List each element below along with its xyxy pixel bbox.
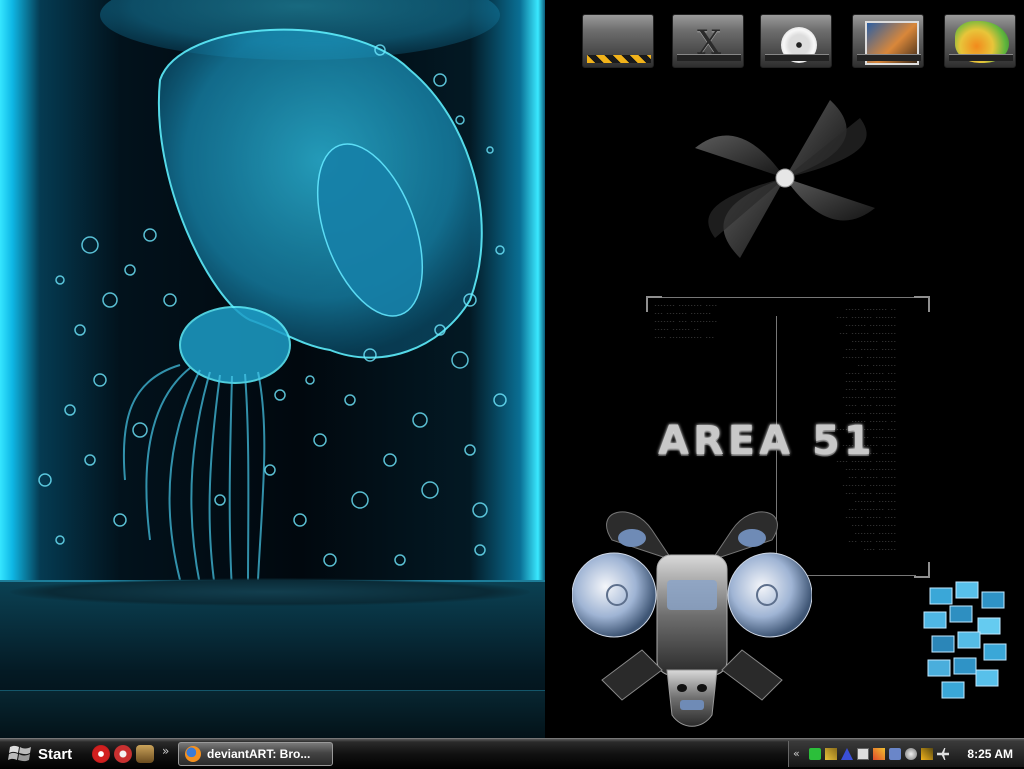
drive-body — [944, 14, 1016, 68]
tube-stand — [0, 690, 545, 738]
arrow-tray-icon[interactable] — [841, 748, 853, 760]
display-tray-icon[interactable] — [889, 748, 901, 760]
opera-quicklaunch-icon[interactable] — [92, 745, 110, 763]
propeller-widget[interactable] — [690, 98, 880, 260]
drive-slot — [949, 54, 1013, 61]
start-label: Start — [38, 745, 73, 763]
wallpaper-tube — [0, 0, 545, 738]
window-tray-icon[interactable] — [857, 748, 869, 760]
hud-line — [662, 297, 914, 298]
hud-code-text: ------- -------- ---- --- ------- ------… — [654, 303, 718, 341]
clock[interactable]: 8:25 AM — [967, 747, 1013, 761]
media-quicklaunch-icon[interactable] — [114, 745, 132, 763]
taskbar-item-label: deviantART: Bro... — [207, 747, 311, 761]
desktop[interactable]: X ------- -------- ---- --- ------- ----… — [0, 0, 1024, 738]
jellyfish-illustration — [38, 0, 507, 591]
pictures-drive-icon[interactable] — [850, 12, 926, 76]
system-tray: « 8:25 AM — [788, 741, 1024, 767]
folder-quicklaunch-icon[interactable] — [136, 745, 154, 763]
drive-slot — [677, 54, 741, 61]
robot-illustration — [572, 511, 812, 727]
drive-body — [760, 14, 832, 68]
x-drive-icon[interactable]: X — [670, 12, 746, 76]
drive-body — [582, 14, 654, 68]
taskbar-item-firefox[interactable]: deviantART: Bro... — [178, 742, 333, 766]
tube-base-ring — [10, 578, 530, 606]
network-tray-icon[interactable] — [809, 748, 821, 760]
airplane-tray-icon[interactable] — [937, 748, 949, 760]
hazard-drive-icon[interactable] — [580, 12, 656, 76]
quicklaunch-chevron-icon[interactable]: » — [162, 744, 169, 758]
drive-slot — [765, 54, 829, 61]
area51-logo-text: AREA 51 — [658, 418, 876, 464]
hud-corner — [914, 296, 930, 312]
tray-chevron-icon[interactable]: « — [793, 747, 800, 760]
firefox-icon — [185, 746, 201, 762]
fish-drive-icon[interactable] — [942, 12, 1018, 76]
drive-slot — [857, 54, 921, 61]
hazard-stripe — [587, 55, 651, 63]
drive-body — [852, 14, 924, 68]
drive-body: X — [672, 14, 744, 68]
cd-drive-icon[interactable] — [758, 12, 834, 76]
windows-logo-icon — [8, 745, 31, 762]
taskbar: Start » deviantART: Bro... « 8:25 AM — [0, 738, 1024, 769]
app-tray-icon[interactable] — [873, 748, 885, 760]
hud-corner — [914, 562, 930, 578]
monitors-stack-illustration — [923, 581, 1007, 699]
tool-tray-icon[interactable] — [825, 748, 837, 760]
volume-tray-icon[interactable] — [905, 748, 917, 760]
start-button[interactable]: Start — [0, 739, 88, 769]
update-tray-icon[interactable] — [921, 748, 933, 760]
